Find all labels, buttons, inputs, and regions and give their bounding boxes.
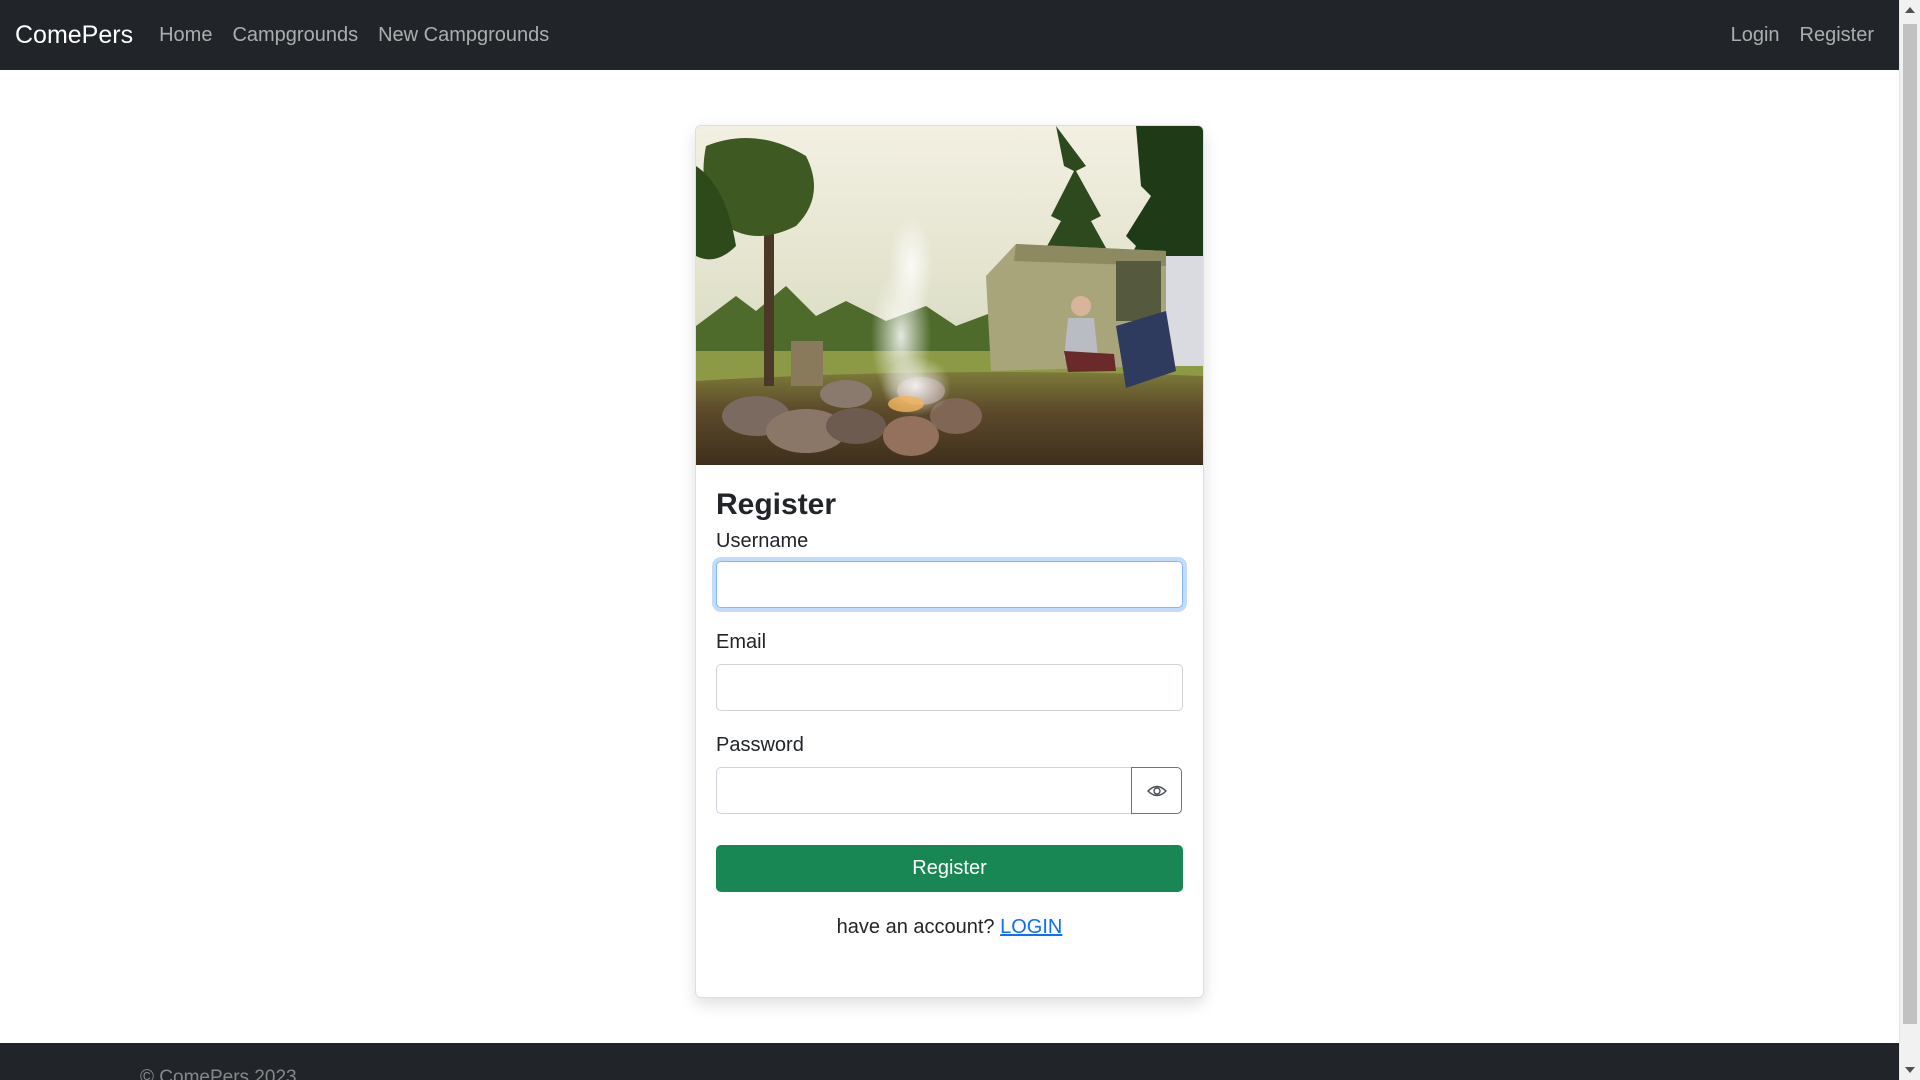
register-form: Register Username Email Password Registe… (716, 465, 1183, 939)
nav-home-link[interactable]: Home (149, 24, 222, 47)
password-label: Password (716, 734, 804, 756)
scroll-thumb[interactable] (1903, 24, 1917, 1024)
password-input[interactable] (716, 767, 1132, 814)
scroll-down-arrow-icon[interactable] (1905, 1067, 1915, 1073)
page: ComePers Home Campgrounds New Campground… (0, 0, 1899, 1080)
register-submit-button[interactable]: Register (716, 845, 1183, 892)
login-prompt: have an account? LOGIN (716, 916, 1183, 939)
nav-links: Home Campgrounds New Campgrounds (149, 24, 559, 47)
register-card: Register Username Email Password Registe… (695, 125, 1204, 998)
brand-link[interactable]: ComePers (15, 21, 133, 50)
password-group (716, 767, 1183, 814)
footer-copyright: © ComePers 2023 (140, 1067, 297, 1080)
nav-login-link[interactable]: Login (1721, 24, 1790, 47)
username-label: Username (716, 530, 809, 552)
navbar: ComePers Home Campgrounds New Campground… (0, 0, 1899, 70)
nav-auth-links: Login Register (1721, 24, 1884, 47)
nav-register-link[interactable]: Register (1790, 24, 1884, 47)
email-input[interactable] (716, 664, 1183, 711)
campsite-image (696, 126, 1203, 465)
email-label: Email (716, 631, 767, 653)
nav-campgrounds-link[interactable]: Campgrounds (222, 24, 368, 47)
scroll-up-arrow-icon[interactable] (1905, 7, 1915, 13)
page-scrollbar[interactable] (1899, 0, 1920, 1080)
nav-new-campground-link[interactable]: New Campgrounds (368, 24, 559, 47)
eye-icon (1146, 785, 1167, 796)
footer: © ComePers 2023 (0, 1043, 1899, 1080)
login-link[interactable]: LOGIN (1000, 916, 1062, 938)
username-input[interactable] (716, 561, 1183, 608)
form-title: Register (716, 488, 837, 521)
toggle-password-button[interactable] (1131, 767, 1182, 814)
login-prompt-text: have an account? (836, 916, 995, 938)
